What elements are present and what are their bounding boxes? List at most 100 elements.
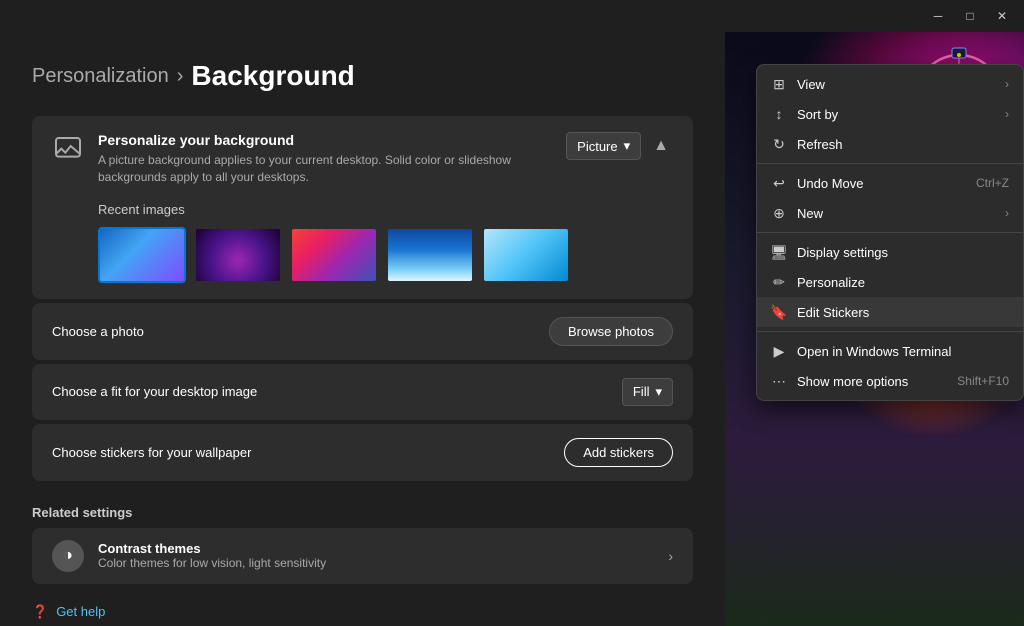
view-icon: ⊞ xyxy=(771,76,787,92)
undo-icon: ↩ xyxy=(771,175,787,191)
undo-shortcut: Ctrl+Z xyxy=(976,176,1009,190)
menu-item-terminal-label: Open in Windows Terminal xyxy=(797,344,951,359)
menu-item-more-left: ⋯ Show more options xyxy=(771,373,908,389)
thumbnail-5[interactable] xyxy=(482,227,570,283)
menu-item-undo[interactable]: ↩ Undo Move Ctrl+Z xyxy=(757,168,1023,198)
maximize-button[interactable]: □ xyxy=(956,6,984,26)
menu-item-display-label: Display settings xyxy=(797,245,888,260)
card-header-left: Personalize your background A picture ba… xyxy=(52,132,528,186)
menu-item-new[interactable]: ⊕ New › xyxy=(757,198,1023,228)
choose-fit-label: Choose a fit for your desktop image xyxy=(52,384,257,399)
menu-item-undo-label: Undo Move xyxy=(797,176,863,191)
menu-item-terminal[interactable]: ▶ Open in Windows Terminal xyxy=(757,336,1023,366)
contrast-themes-item[interactable]: ◑ Contrast themes Color themes for low v… xyxy=(32,528,693,584)
menu-item-refresh-label: Refresh xyxy=(797,137,843,152)
chevron-down-icon: ▾ xyxy=(624,138,631,154)
menu-divider-3 xyxy=(757,331,1023,332)
thumb-img-4 xyxy=(388,229,472,281)
recent-images-section: Recent images xyxy=(52,202,673,283)
fit-dropdown[interactable]: Fill ▾ xyxy=(622,378,673,406)
settings-panel: Personalization › Background Personalize… xyxy=(0,32,725,626)
thumbnail-1[interactable] xyxy=(98,227,186,283)
thumbnail-4[interactable] xyxy=(386,227,474,283)
sort-arrow-icon: › xyxy=(1005,107,1009,121)
background-card: Personalize your background A picture ba… xyxy=(32,116,693,299)
breadcrumb-separator: › xyxy=(177,65,184,88)
card-text: Personalize your background A picture ba… xyxy=(98,132,528,186)
close-button[interactable]: ✕ xyxy=(988,6,1016,26)
menu-item-more-label: Show more options xyxy=(797,374,908,389)
add-stickers-button[interactable]: Add stickers xyxy=(564,438,673,467)
chevron-down-icon: ▾ xyxy=(655,384,662,400)
personalize-icon: ✏ xyxy=(771,274,787,290)
menu-item-sort-label: Sort by xyxy=(797,107,838,122)
background-type-dropdown[interactable]: Picture ▾ xyxy=(566,132,641,160)
thumbnail-2[interactable] xyxy=(194,227,282,283)
title-bar: ─ □ ✕ xyxy=(0,0,1024,32)
thumbnail-3[interactable] xyxy=(290,227,378,283)
card-header: Personalize your background A picture ba… xyxy=(52,132,673,186)
thumb-img-5 xyxy=(484,229,568,281)
contrast-text: Contrast themes Color themes for low vis… xyxy=(98,541,326,570)
sort-icon: ↕ xyxy=(771,106,787,122)
choose-photo-row: Choose a photo Browse photos xyxy=(32,303,693,360)
images-row xyxy=(98,227,627,283)
card-header-right: Picture ▾ ▲ xyxy=(566,132,673,160)
menu-divider-1 xyxy=(757,163,1023,164)
refresh-icon: ↻ xyxy=(771,136,787,152)
menu-item-personalize-label: Personalize xyxy=(797,275,865,290)
terminal-icon: ▶ xyxy=(771,343,787,359)
get-help-link[interactable]: ❓ Get help xyxy=(32,604,693,620)
context-menu: ⊞ View › ↕ Sort by › ↻ Refresh xyxy=(756,64,1024,401)
stickers-icon: 🔖 xyxy=(771,304,787,320)
minimize-button[interactable]: ─ xyxy=(924,6,952,26)
related-settings-title: Related settings xyxy=(32,505,693,520)
desktop-preview: ⊞ View › ↕ Sort by › ↻ Refresh xyxy=(725,32,1024,626)
menu-item-sort-left: ↕ Sort by xyxy=(771,106,838,122)
stickers-row: Choose stickers for your wallpaper Add s… xyxy=(32,424,693,481)
more-shortcut: Shift+F10 xyxy=(957,374,1009,388)
menu-item-display-left: 🖥 Display settings xyxy=(771,244,888,260)
menu-item-refresh-left: ↻ Refresh xyxy=(771,136,843,152)
menu-item-new-left: ⊕ New xyxy=(771,205,823,221)
display-icon: 🖥 xyxy=(771,244,787,260)
choose-photo-label: Choose a photo xyxy=(52,324,144,339)
menu-item-sort[interactable]: ↕ Sort by › xyxy=(757,99,1023,129)
chevron-right-icon: › xyxy=(668,548,673,564)
menu-item-new-label: New xyxy=(797,206,823,221)
menu-item-personalize-left: ✏ Personalize xyxy=(771,274,865,290)
contrast-title: Contrast themes xyxy=(98,541,326,556)
card-description: A picture background applies to your cur… xyxy=(98,152,528,186)
menu-item-more-options[interactable]: ⋯ Show more options Shift+F10 xyxy=(757,366,1023,396)
menu-item-view[interactable]: ⊞ View › xyxy=(757,69,1023,99)
new-icon: ⊕ xyxy=(771,205,787,221)
thumb-img-1 xyxy=(100,229,184,281)
menu-item-personalize[interactable]: ✏ Personalize xyxy=(757,267,1023,297)
background-icon xyxy=(52,134,84,166)
menu-item-refresh[interactable]: ↻ Refresh xyxy=(757,129,1023,159)
browse-photos-button[interactable]: Browse photos xyxy=(549,317,673,346)
menu-item-stickers-label: Edit Stickers xyxy=(797,305,869,320)
menu-item-view-left: ⊞ View xyxy=(771,76,825,92)
breadcrumb: Personalization › Background xyxy=(32,60,693,92)
menu-item-display[interactable]: 🖥 Display settings xyxy=(757,237,1023,267)
contrast-icon: ◑ xyxy=(52,540,84,572)
contrast-description: Color themes for low vision, light sensi… xyxy=(98,556,326,570)
new-arrow-icon: › xyxy=(1005,206,1009,220)
contrast-themes-left: ◑ Contrast themes Color themes for low v… xyxy=(52,540,326,572)
stickers-label: Choose stickers for your wallpaper xyxy=(52,445,251,460)
menu-divider-2 xyxy=(757,232,1023,233)
footer-links: ❓ Get help 💬 Give feedback xyxy=(32,604,693,626)
more-icon: ⋯ xyxy=(771,373,787,389)
main-layout: Personalization › Background Personalize… xyxy=(0,32,1024,626)
breadcrumb-parent[interactable]: Personalization xyxy=(32,65,169,88)
help-icon: ❓ xyxy=(32,604,48,620)
thumb-img-3 xyxy=(292,229,376,281)
menu-item-edit-stickers[interactable]: 🔖 Edit Stickers xyxy=(757,297,1023,327)
card-title: Personalize your background xyxy=(98,132,528,148)
view-arrow-icon: › xyxy=(1005,77,1009,91)
recent-images-label: Recent images xyxy=(98,202,627,217)
menu-item-stickers-left: 🔖 Edit Stickers xyxy=(771,304,869,320)
collapse-button[interactable]: ▲ xyxy=(649,133,673,159)
menu-item-view-label: View xyxy=(797,77,825,92)
